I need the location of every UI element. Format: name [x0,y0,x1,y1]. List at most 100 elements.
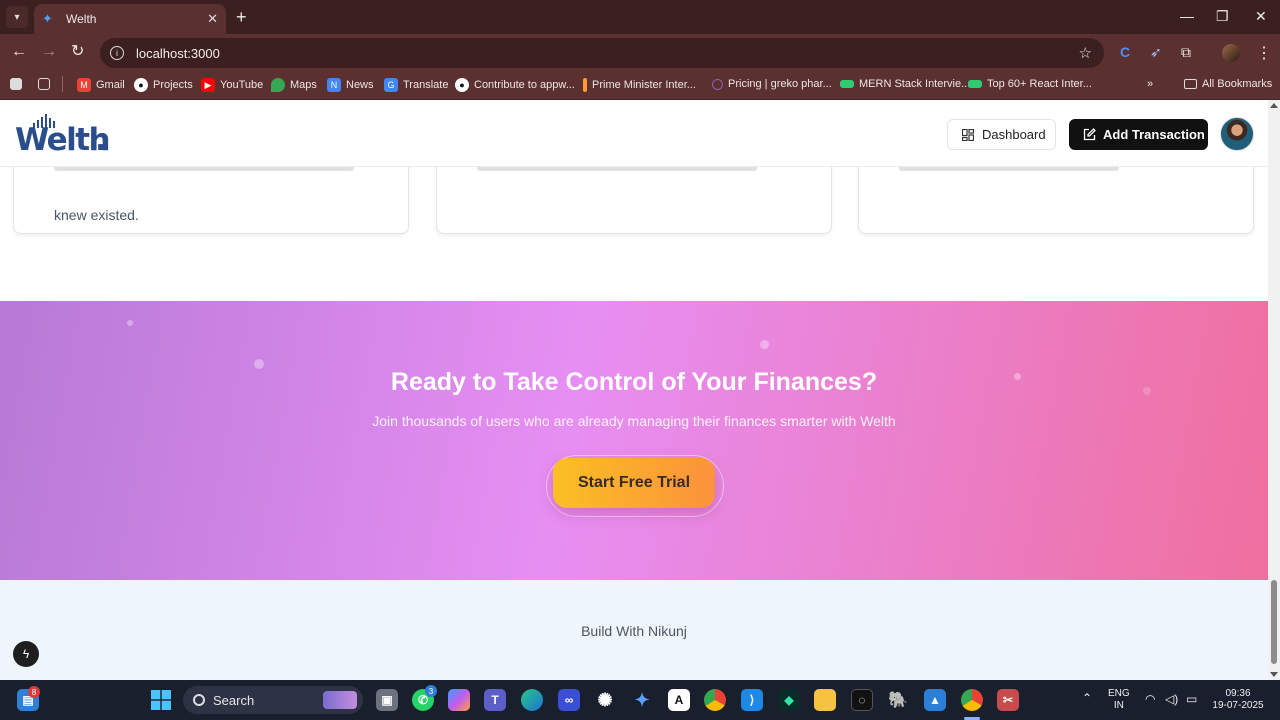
windows-start-icon[interactable] [150,689,172,711]
add-transaction-label: Add Transaction [1103,127,1205,142]
dashboard-button[interactable]: Dashboard [947,119,1056,150]
page-scrollbar[interactable] [1268,100,1280,680]
forward-arrow-icon[interactable]: → [41,43,57,61]
logo-dot: . [95,122,107,158]
tab-search-button[interactable]: ▾ [6,6,28,28]
browser-menu-icon[interactable]: ⋮ [1256,43,1272,63]
add-transaction-button[interactable]: Add Transaction [1069,119,1208,150]
lightning-bolt-icon[interactable]: ϟ [13,641,39,667]
bookmark-icon [840,80,854,88]
wifi-icon[interactable]: ◠ [1145,693,1155,705]
all-bookmarks-folder[interactable]: All Bookmarks [1184,78,1272,90]
vs-code-insiders-icon[interactable]: ∞ [558,689,580,711]
cta-title: Ready to Take Control of Your Finances? [390,368,878,396]
taskbar-search[interactable]: Search [183,686,363,714]
footer-credit: Build With Nikunj [581,623,687,639]
postgres-icon[interactable]: 🐘 [887,689,909,711]
youtube-icon: ▶ [201,78,215,92]
bookmark-icon [583,78,587,92]
scroll-up-arrow-icon[interactable] [1270,103,1278,108]
extension-rocket-icon[interactable]: ➶ [1150,44,1162,61]
bookmark-contribute[interactable]: ● Contribute to appw... [455,78,575,92]
app-icon[interactable]: ◌ [851,689,873,711]
more-bookmarks-icon[interactable]: » [1147,78,1153,90]
cta-section: Ready to Take Control of Your Finances? … [0,301,1268,580]
reload-icon[interactable]: ↻ [71,43,84,61]
windows-logo-icon [151,690,171,710]
bookmark-pricing[interactable]: Pricing | greko phar... [712,78,832,90]
tab-groups-icon[interactable] [38,78,55,90]
minimize-icon[interactable]: — [1180,8,1194,24]
copilot-icon[interactable] [448,689,470,711]
github-icon: ● [455,78,469,92]
task-view-icon[interactable]: ▣ [376,689,398,711]
user-avatar[interactable] [1220,117,1254,151]
extension-c-icon[interactable]: C [1120,44,1130,60]
clock-date: 19-07-2025 [1212,700,1264,711]
chrome-icon[interactable] [704,689,726,711]
bookmark-projects[interactable]: ● Projects [134,78,193,92]
back-arrow-icon[interactable]: ← [11,43,27,61]
bookmark-prime-minister[interactable]: Prime Minister Inter... [583,78,696,92]
clock-time: 09:36 [1225,688,1251,699]
region-label: IN [1113,700,1124,711]
bookmarks-divider [62,76,63,92]
chrome-active-icon[interactable] [961,689,983,711]
decorative-bubble [760,340,769,349]
close-tab-icon[interactable]: ✕ [207,11,218,27]
edge-icon[interactable] [521,689,543,711]
bookmark-youtube[interactable]: ▶ YouTube [201,78,263,92]
file-explorer-icon[interactable] [814,689,836,711]
profile-avatar[interactable] [1222,44,1240,62]
url-text: localhost:3000 [136,45,220,61]
new-tab-button[interactable]: + [236,8,247,26]
tab-title: Welth [66,12,97,26]
extensions-puzzle-icon[interactable]: ⧉ [1181,44,1191,61]
bookmark-gmail[interactable]: M Gmail [77,78,125,92]
notification-badge: 8 [28,686,40,698]
close-window-icon[interactable]: ✕ [1255,8,1267,25]
bookmark-star-icon[interactable]: ☆ [1079,44,1092,62]
gemini-icon[interactable]: ✦ [631,689,653,711]
search-icon [193,694,205,706]
cta-subtitle: Join thousands of users who are already … [372,413,896,429]
translate-icon: G [384,78,398,92]
scroll-down-arrow-icon[interactable] [1270,672,1278,677]
github-icon: ● [134,78,148,92]
jetbrains-icon[interactable]: ◆ [778,689,800,711]
scrollbar-thumb[interactable] [1271,580,1277,664]
apps-icon[interactable] [10,78,27,90]
maximize-icon[interactable]: ❐ [1216,8,1229,25]
volume-icon[interactable]: ◁) [1165,693,1178,705]
card-text: knew existed. [54,207,139,223]
teams-icon[interactable]: T [484,689,506,711]
dashboard-label: Dashboard [982,127,1046,142]
photos-icon[interactable]: ▲ [924,689,946,711]
browser-tab[interactable]: ✦ Welth ✕ [34,4,226,34]
decorative-bubble [127,320,133,326]
bookmark-mern[interactable]: MERN Stack Intervie... [840,78,970,90]
bookmark-maps[interactable]: Maps [271,78,317,92]
battery-icon[interactable]: ▭ [1186,693,1197,705]
start-free-trial-button[interactable]: Start Free Trial [553,458,715,508]
address-bar[interactable]: i localhost:3000 ☆ [100,38,1104,68]
site-header: Welth . Dashboard Add Transaction [0,100,1268,167]
bookmark-icon [712,78,723,90]
search-label: Search [213,692,255,708]
windows-taskbar: ▤ 8 Search ▣ ✆ 3 T ∞ ✺ ✦ A ⟩ ◆ ◌ 🐘 ▲ ✂ ⌃… [0,680,1280,720]
bookmark-translate[interactable]: G Translate [384,78,448,92]
layout-dashboard-icon [962,128,974,141]
system-clock[interactable]: 09:36 19-07-2025 [1210,688,1266,712]
bookmark-icon [968,80,982,88]
snipping-tool-icon[interactable]: ✂ [997,689,1019,711]
bookmark-news[interactable]: N News [327,78,374,92]
chatgpt-icon[interactable]: ✺ [594,689,616,711]
show-hidden-icons[interactable]: ⌃ [1082,692,1092,704]
site-info-icon[interactable]: i [110,46,124,60]
bookmark-react[interactable]: Top 60+ React Inter... [968,78,1092,90]
gmail-icon: M [77,78,91,92]
text-editor-icon[interactable]: A [668,689,690,711]
language-indicator[interactable]: ENG IN [1108,688,1130,712]
folder-icon [1184,79,1197,89]
vscode-icon[interactable]: ⟩ [741,689,763,711]
